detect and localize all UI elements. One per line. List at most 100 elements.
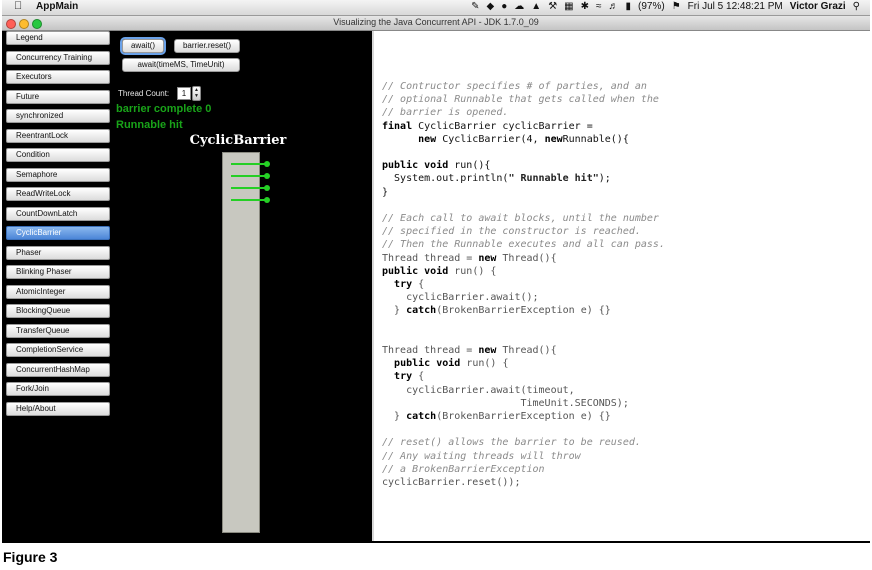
sidebar: Legend Concurrency Training Executors Fu… bbox=[6, 31, 110, 421]
code-text: { bbox=[412, 279, 425, 291]
code-text: (BrokenBarrierException e) {} bbox=[436, 305, 611, 317]
cloud-icon[interactable]: ☁ bbox=[514, 1, 524, 12]
sidebar-item-completionservice[interactable]: CompletionService bbox=[6, 343, 110, 357]
code-text: Thread thread = bbox=[382, 345, 479, 357]
sidebar-item-concurrenthashmap[interactable]: ConcurrentHashMap bbox=[6, 362, 110, 377]
code-text: Thread(){ bbox=[496, 252, 557, 264]
app-menu[interactable]: AppMain bbox=[36, 1, 78, 12]
sidebar-item-phaser[interactable]: Phaser bbox=[6, 245, 110, 260]
code-keyword: try bbox=[394, 371, 413, 383]
code-keyword: void bbox=[424, 160, 449, 172]
pen-icon[interactable]: ✎ bbox=[471, 1, 479, 12]
barrier-reset-button[interactable]: barrier.reset() bbox=[174, 39, 240, 53]
code-text: Runnable(){ bbox=[562, 133, 629, 145]
code-keyword: void bbox=[436, 358, 461, 370]
code-text: run(){ bbox=[448, 160, 491, 172]
sidebar-item-cyclicbarrier[interactable]: CyclicBarrier bbox=[6, 226, 110, 240]
runnable-status: Runnable hit bbox=[116, 119, 183, 131]
sidebar-item-readwritelock[interactable]: ReadWriteLock bbox=[6, 187, 110, 201]
clock[interactable]: Fri Jul 5 12:48:21 PM bbox=[688, 1, 783, 12]
sidebar-item-help-about[interactable]: Help/About bbox=[6, 401, 110, 416]
code-string: " Runnable hit" bbox=[508, 173, 599, 185]
code-text: run() { bbox=[448, 265, 497, 277]
code-comment: // optional Runnable that gets called wh… bbox=[382, 94, 659, 106]
code-text: } bbox=[382, 411, 407, 423]
search-icon[interactable]: ⚲ bbox=[853, 1, 860, 12]
code-text: } bbox=[382, 186, 389, 198]
code-text: run() { bbox=[460, 358, 509, 370]
bluetooth-icon[interactable]: ✱ bbox=[581, 1, 589, 12]
code-comment: // barrier is opened. bbox=[382, 107, 509, 119]
thread-count-stepper[interactable]: ▲ ▼ bbox=[192, 86, 201, 101]
code-keyword: catch bbox=[406, 305, 437, 317]
flag-icon[interactable]: ⚑ bbox=[672, 1, 681, 12]
waiting-thread-dot bbox=[264, 197, 270, 203]
thread-count-field[interactable]: 1 bbox=[177, 87, 191, 100]
sidebar-item-reentrantlock[interactable]: ReentrantLock bbox=[6, 128, 110, 143]
code-text: cyclicBarrier.reset()); bbox=[382, 477, 521, 489]
barrier-block bbox=[222, 152, 260, 533]
battery-icon[interactable]: ▮ bbox=[626, 1, 632, 12]
code-keyword: new bbox=[478, 252, 497, 264]
sidebar-item-countdownlatch[interactable]: CountDownLatch bbox=[6, 206, 110, 221]
waiting-thread-line bbox=[231, 175, 267, 177]
await-button[interactable]: await() bbox=[122, 39, 164, 53]
waiting-thread-line bbox=[231, 199, 267, 201]
sidebar-item-fork-join[interactable]: Fork/Join bbox=[6, 382, 110, 396]
status-area: ✎ ◆ ● ☁ ▲ ⚒ ▦ ✱ ≈ ♬ ▮ (97%) ⚑ Fri Jul 5 … bbox=[471, 1, 860, 12]
sidebar-item-transferqueue[interactable]: TransferQueue bbox=[6, 323, 110, 338]
code-keyword: catch bbox=[406, 411, 437, 423]
code-keyword: public bbox=[382, 265, 419, 277]
stepper-down-icon[interactable]: ▼ bbox=[193, 93, 200, 99]
sidebar-item-semaphore[interactable]: Semaphore bbox=[6, 167, 110, 182]
sidebar-item-synchronized[interactable]: synchronized bbox=[6, 109, 110, 123]
sidebar-item-blinking-phaser[interactable]: Blinking Phaser bbox=[6, 265, 110, 279]
sidebar-item-concurrency-training[interactable]: Concurrency Training bbox=[6, 50, 110, 65]
barrier-status: barrier complete 0 bbox=[116, 103, 212, 115]
window-title-bar: Visualizing the Java Concurrent API - JD… bbox=[2, 16, 870, 31]
code-keyword: public bbox=[382, 160, 419, 172]
code-keyword: public bbox=[394, 358, 431, 370]
user-name[interactable]: Victor Grazi bbox=[790, 1, 846, 12]
code-keyword: try bbox=[394, 279, 413, 291]
code-text: ); bbox=[598, 173, 611, 185]
thread-count-label: Thread Count: bbox=[118, 89, 170, 98]
code-keyword: new bbox=[418, 133, 437, 145]
code-comment: // Any waiting threads will throw bbox=[382, 450, 581, 462]
code-text: TimeUnit.SECONDS); bbox=[382, 397, 629, 409]
code-keyword: void bbox=[424, 265, 449, 277]
sidebar-item-condition[interactable]: Condition bbox=[6, 148, 110, 162]
code-comment: // Then the Runnable executes and all ca… bbox=[382, 239, 665, 251]
code-panel: // Contructor specifies # of parties, an… bbox=[372, 31, 870, 541]
code-comment: // specified in the constructor is reach… bbox=[382, 226, 641, 238]
wifi-icon[interactable]: ≈ bbox=[596, 1, 602, 12]
battery-percent: (97%) bbox=[638, 1, 665, 12]
sidebar-item-blockingqueue[interactable]: BlockingQueue bbox=[6, 304, 110, 318]
code-text: CyclicBarrier(4, bbox=[436, 133, 545, 145]
code-comment: // reset() allows the barrier to be reus… bbox=[382, 437, 641, 449]
sidebar-item-future[interactable]: Future bbox=[6, 89, 110, 104]
apple-menu-icon[interactable]:  bbox=[14, 0, 22, 12]
code-text: CyclicBarrier cyclicBarrier = bbox=[412, 120, 593, 132]
tools-icon[interactable]: ⚒ bbox=[548, 1, 557, 12]
waiting-thread-line bbox=[231, 187, 267, 189]
sidebar-item-executors[interactable]: Executors bbox=[6, 70, 110, 84]
code-text: cyclicBarrier.await(timeout, bbox=[382, 384, 575, 396]
waiting-thread-dot bbox=[264, 161, 270, 167]
figure-caption: Figure 3 bbox=[3, 549, 58, 565]
drive-icon[interactable]: ▲ bbox=[531, 1, 541, 12]
grid-icon[interactable]: ▦ bbox=[564, 1, 573, 12]
code-text: (BrokenBarrierException e) {} bbox=[436, 411, 611, 423]
await-timeout-button[interactable]: await(timeMS, TimeUnit) bbox=[122, 58, 240, 72]
code-comment: // a BrokenBarrierException bbox=[382, 463, 545, 475]
code-comment: // Each call to await blocks, until the … bbox=[382, 213, 659, 225]
sidebar-item-atomicinteger[interactable]: AtomicInteger bbox=[6, 284, 110, 299]
code-comment: // Contructor specifies # of parties, an… bbox=[382, 81, 647, 92]
dropbox-icon[interactable]: ◆ bbox=[487, 1, 495, 12]
volume-icon[interactable]: ♬ bbox=[609, 1, 619, 12]
sidebar-item-legend[interactable]: Legend bbox=[6, 31, 110, 45]
camera-icon[interactable]: ● bbox=[501, 1, 507, 12]
code-keyword: new bbox=[478, 345, 497, 357]
